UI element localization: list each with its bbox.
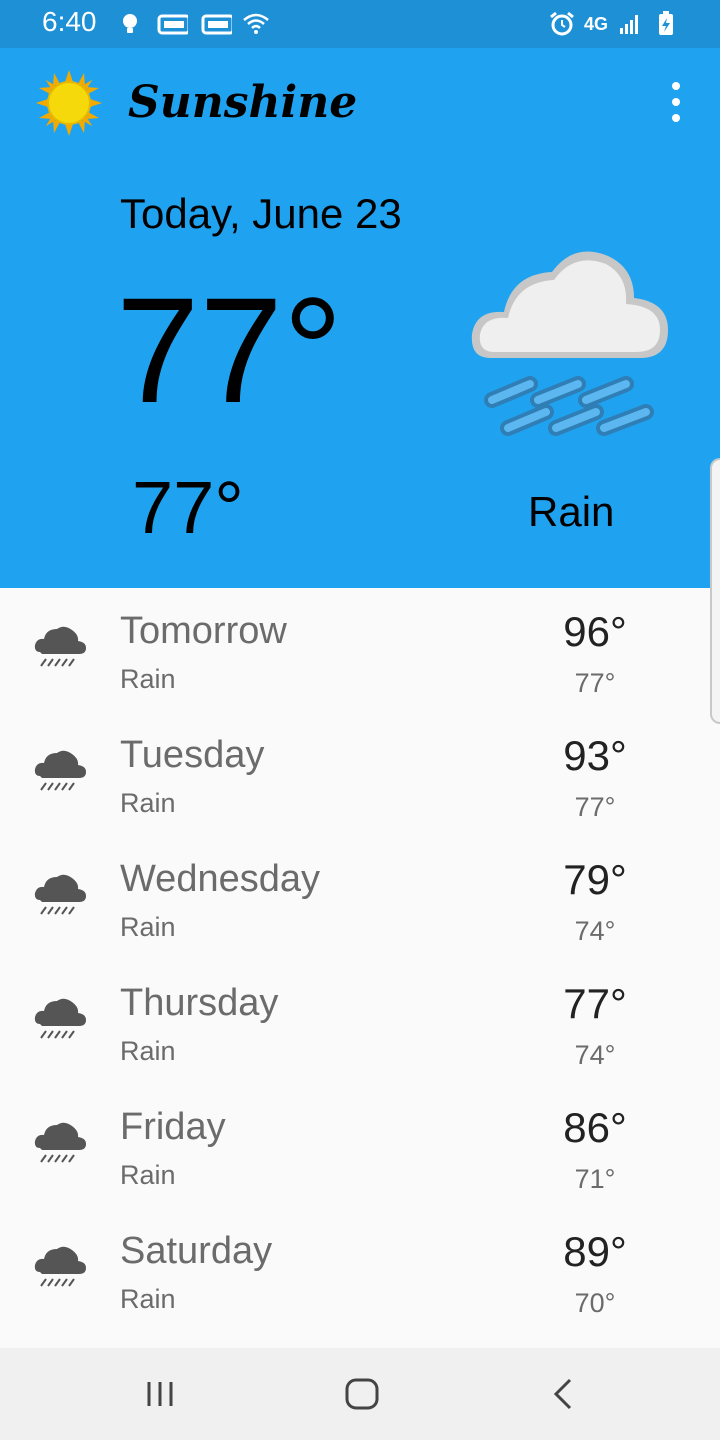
status-left-icons [116, 10, 270, 38]
forecast-row[interactable]: Thursday Rain 77° 74° [0, 960, 720, 1084]
forecast-day: Saturday [120, 1230, 273, 1272]
forecast-low: 77° [574, 668, 616, 698]
forecast-day: Tuesday [120, 734, 265, 776]
rain-cloud-icon [34, 750, 86, 791]
forecast-row[interactable]: Friday Rain 86° 71° [0, 1084, 720, 1208]
rain-cloud-icon [34, 1122, 86, 1163]
forecast-list: Tomorrow Rain 96° 77° Tuesday Rain 93° 7… [0, 588, 720, 1348]
signal-icon [620, 15, 638, 34]
forecast-low: 74° [574, 1040, 616, 1070]
forecast-row[interactable]: Tuesday Rain 93° 77° [0, 712, 720, 836]
forecast-high: 89° [563, 1228, 627, 1275]
menu-dot [672, 98, 680, 106]
forecast-condition: Rain [120, 788, 176, 818]
forecast-condition: Rain [120, 1036, 176, 1066]
recent-apps-icon[interactable] [140, 1374, 180, 1414]
forecast-high: 79° [563, 856, 627, 903]
forecast-low: 70° [574, 1288, 616, 1318]
ge-app-icon [157, 14, 188, 35]
forecast-row[interactable]: Wednesday Rain 79° 74° [0, 836, 720, 960]
back-icon[interactable] [544, 1374, 584, 1414]
forecast-row[interactable]: Tomorrow Rain 96° 77° [0, 588, 720, 712]
alarm-icon [550, 11, 574, 36]
menu-dot [672, 82, 680, 90]
menu-dot [672, 114, 680, 122]
rain-cloud-icon [34, 1246, 86, 1287]
ge-app-icon [201, 14, 232, 35]
today-low-temp: 77° [132, 466, 244, 549]
sun-icon [36, 70, 102, 136]
battery-charging-icon [659, 11, 673, 35]
app-title: Sunshine [128, 77, 358, 128]
status-time: 6:40 [42, 6, 97, 37]
forecast-high: 86° [563, 1104, 627, 1151]
today-date: Today, June 23 [120, 190, 402, 237]
forecast-day: Wednesday [120, 858, 320, 900]
forecast-day: Thursday [120, 982, 279, 1024]
wifi-icon [243, 13, 269, 34]
forecast-condition: Rain [120, 1160, 176, 1190]
rain-cloud-icon [471, 251, 668, 436]
forecast-high: 93° [563, 732, 627, 779]
forecast-high: 96° [563, 608, 627, 655]
forecast-low: 77° [574, 792, 616, 822]
edge-panel-handle[interactable] [710, 458, 720, 724]
rain-cloud-icon [34, 626, 86, 667]
network-type-label: 4G [583, 13, 608, 34]
forecast-low: 71° [574, 1164, 616, 1194]
forecast-high: 77° [563, 980, 627, 1027]
rain-cloud-icon [34, 874, 86, 915]
forecast-day: Friday [120, 1106, 226, 1148]
forecast-day: Tomorrow [120, 610, 287, 652]
forecast-condition: Rain [120, 1284, 176, 1314]
home-icon[interactable] [342, 1374, 382, 1414]
status-bar: 6:40 4G [0, 0, 720, 48]
navigation-bar [0, 1348, 720, 1440]
forecast-condition: Rain [120, 912, 176, 942]
rain-cloud-icon [34, 998, 86, 1039]
today-high-temp: 77° [116, 266, 343, 434]
forecast-row[interactable]: Saturday Rain 89° 70° [0, 1208, 720, 1332]
lightbulb-icon [123, 14, 137, 33]
today-condition: Rain [528, 488, 615, 535]
forecast-condition: Rain [120, 664, 176, 694]
status-right-icons: 4G [548, 10, 680, 38]
more-vert-icon[interactable] [664, 82, 688, 122]
forecast-low: 74° [574, 916, 616, 946]
